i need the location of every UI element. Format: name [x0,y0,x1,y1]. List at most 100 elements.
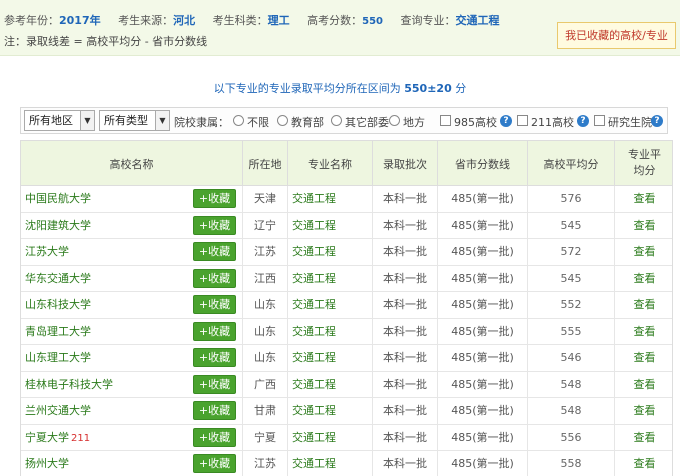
school-name-link[interactable]: 江苏大学 [25,245,69,258]
school-avg-cell: 545 [528,265,615,292]
label-985: 985高校 [454,116,497,129]
add-favorite-button[interactable]: +收藏 [193,348,236,367]
view-link[interactable]: 查看 [615,372,674,398]
school-name-link[interactable]: 桂林电子科技大学 [25,378,113,391]
origin-label: 考生来源： [118,14,174,27]
my-favorites-button[interactable]: 我已收藏的高校/专业 [557,22,676,49]
range-unit: 分 [455,82,467,95]
add-favorite-button[interactable]: +收藏 [193,295,236,314]
affiliation-radio-local[interactable] [389,115,400,126]
affiliation-radio-moe[interactable] [277,115,288,126]
add-favorite-button[interactable]: +收藏 [193,321,236,341]
school-cell: 兰州交通大学 +收藏 [21,398,243,424]
major-name-link[interactable]: 交通工程 [288,451,373,476]
school-avg-cell: 546 [528,345,615,371]
batch-cell: 本科一批 [373,398,438,424]
province-line-cell: 485(第一批) [438,239,528,265]
major-name-link[interactable]: 交通工程 [288,345,373,371]
help-icon[interactable]: ? [651,115,663,127]
view-link[interactable]: 查看 [615,213,674,239]
checkbox-985[interactable] [440,115,451,126]
table-row: 宁夏大学 211 +收藏 宁夏 交通工程 本科一批 485(第一批) 556 查看 [21,424,674,451]
province-line-cell: 485(第一批) [438,292,528,318]
school-name-link[interactable]: 沈阳建筑大学 [25,219,91,232]
checkbox-211[interactable] [517,115,528,126]
add-favorite-button[interactable]: +收藏 [193,189,236,208]
header-major: 专业名称 [288,141,373,186]
header-province-line: 省市分数线 [438,141,528,186]
view-link[interactable]: 查看 [615,345,674,371]
view-link[interactable]: 查看 [615,451,674,476]
major-name-link[interactable]: 交通工程 [288,239,373,265]
major-name-link[interactable]: 交通工程 [288,186,373,212]
major-name-link[interactable]: 交通工程 [288,371,373,398]
province-line-cell: 485(第一批) [438,186,528,212]
school-name-link[interactable]: 宁夏大学 [25,431,69,444]
school-type-select[interactable]: 所有类型 ▼ [99,110,170,131]
location-cell: 山东 [243,345,288,371]
help-icon[interactable]: ? [577,115,589,127]
school-cell: 桂林电子科技大学 +收藏 [21,371,243,398]
query-summary-line: 参考年份：2017年 考生来源：河北 考生科类：理工 高考分数：550 查询专业… [4,12,514,28]
school-name-link[interactable]: 华东交通大学 [25,272,91,285]
school-cell: 沈阳建筑大学 +收藏 [21,212,243,239]
add-favorite-button[interactable]: +收藏 [193,427,236,447]
province-line-cell: 485(第一批) [438,371,528,398]
view-link[interactable]: 查看 [615,425,674,451]
school-name-link[interactable]: 青岛理工大学 [25,325,91,338]
school-cell: 江苏大学 +收藏 [21,239,243,265]
school-name-link[interactable]: 扬州大学 [25,457,69,470]
add-favorite-button[interactable]: +收藏 [193,242,236,261]
checkbox-grad-school[interactable] [594,115,605,126]
major-name-link[interactable]: 交通工程 [288,265,373,292]
header-major-avg: 专业平均分 [628,148,661,177]
affiliation-radio-any[interactable] [233,115,244,126]
add-favorite-button[interactable]: +收藏 [193,374,236,394]
school-name-link[interactable]: 山东科技大学 [25,298,91,311]
major-name-link[interactable]: 交通工程 [288,398,373,424]
year-label: 参考年份： [4,14,59,27]
batch-cell: 本科一批 [373,371,438,398]
school-avg-cell: 552 [528,292,615,318]
major-name-link[interactable]: 交通工程 [288,424,373,451]
location-cell: 江苏 [243,451,288,476]
formula-note: 注：录取线差 = 高校平均分 - 省市分数线 [4,35,208,48]
view-link[interactable]: 查看 [615,319,674,345]
add-favorite-button[interactable]: +收藏 [193,454,236,473]
add-favorite-button[interactable]: +收藏 [193,268,236,288]
view-link[interactable]: 查看 [615,239,674,265]
batch-cell: 本科一批 [373,451,438,476]
affiliation-option-other-ministries: 其它部委 [345,116,389,129]
view-link[interactable]: 查看 [615,292,674,318]
school-cell: 扬州大学 +收藏 [21,451,243,476]
view-link[interactable]: 查看 [615,398,674,424]
major-name-link[interactable]: 交通工程 [288,212,373,239]
year-value: 2017年 [59,14,101,27]
table-header: 高校名称 所在地 专业名称 录取批次 省市分数线 高校平均分 专业平均分 [21,141,672,186]
table-row: 江苏大学 +收藏 江苏 交通工程 本科一批 485(第一批) 572 查看 [21,239,672,266]
range-value: 550±20 [404,82,452,95]
affiliation-radio-other-ministries[interactable] [331,115,342,126]
major-name-link[interactable]: 交通工程 [288,292,373,318]
school-name-link[interactable]: 山东理工大学 [25,351,91,364]
major-name-link[interactable]: 交通工程 [288,318,373,345]
region-select[interactable]: 所有地区 ▼ [24,110,95,131]
header-school: 高校名称 [21,141,243,186]
add-favorite-button[interactable]: +收藏 [193,401,236,420]
tag-211-badge: 211 [71,432,91,444]
category-value: 理工 [267,14,290,27]
school-name-link[interactable]: 兰州交通大学 [25,404,91,417]
location-cell: 辽宁 [243,212,288,239]
view-link[interactable]: 查看 [615,266,674,292]
chevron-down-icon: ▼ [155,111,169,130]
add-favorite-button[interactable]: +收藏 [193,215,236,235]
help-icon[interactable]: ? [500,115,512,127]
province-line-cell: 485(第一批) [438,265,528,292]
view-link[interactable]: 查看 [615,186,674,212]
table-row: 华东交通大学 +收藏 江西 交通工程 本科一批 485(第一批) 545 查看 [21,265,674,292]
batch-cell: 本科一批 [373,239,438,265]
school-name-link[interactable]: 中国民航大学 [25,192,91,205]
region-select-value: 所有地区 [29,114,73,127]
affiliation-option-moe: 教育部 [291,116,324,129]
school-avg-cell: 572 [528,239,615,265]
